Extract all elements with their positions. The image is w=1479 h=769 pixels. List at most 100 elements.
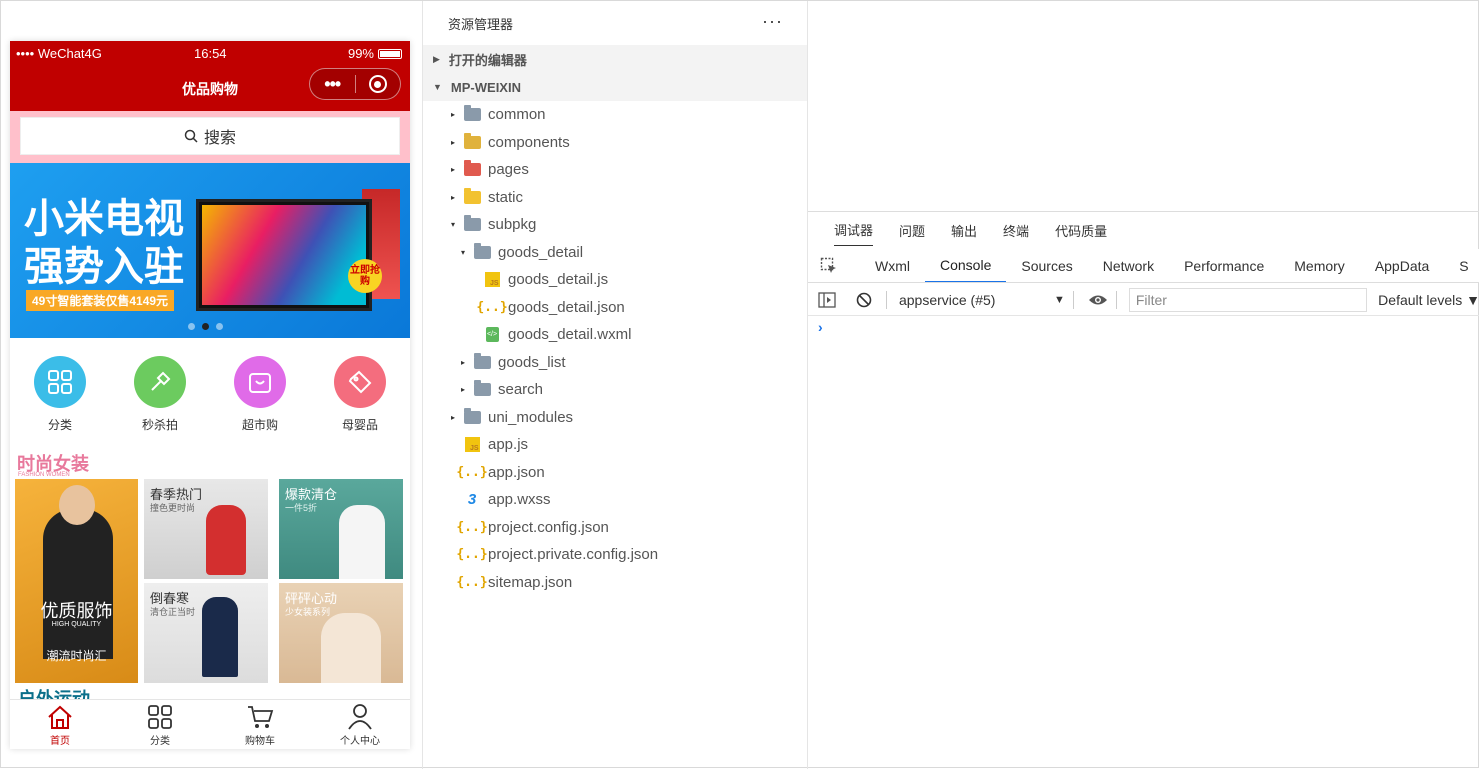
panel-tab[interactable]: Memory xyxy=(1279,249,1360,282)
section-label: 打开的编辑器 xyxy=(448,52,527,68)
panel-tab[interactable]: Console xyxy=(925,249,1007,282)
tab-home[interactable]: 首页 xyxy=(10,700,110,749)
console-toolbar: appservice (#5) ▼ Filter Default levels … xyxy=(808,284,1479,316)
tree-item[interactable]: ▸ static xyxy=(423,184,807,212)
next-floor-title: 户外运动 xyxy=(18,689,90,699)
tree-item-label: search xyxy=(498,381,544,399)
tree-item[interactable]: ▸ search xyxy=(423,376,807,404)
floor-tile[interactable]: 爆款清仓 一件5折 xyxy=(279,479,403,579)
floor-big-image[interactable]: 优质服饰 HIGH QUALITY 潮流时尚汇 xyxy=(15,479,138,683)
tree-item[interactable]: ▸ common xyxy=(423,101,807,129)
tree-item[interactable]: {..} project.config.json xyxy=(423,514,807,542)
clear-console-icon[interactable] xyxy=(846,292,882,308)
tree-item[interactable]: </> goods_detail.wxml xyxy=(423,321,807,349)
caret-right-icon[interactable]: ▸ xyxy=(448,413,458,422)
banner-swiper[interactable]: 小米电视 强势入驻 49寸智能套装仅售4149元 立即抢购 xyxy=(10,163,410,338)
tree-item[interactable]: ▾ subpkg xyxy=(423,211,807,239)
caret-right-icon[interactable]: ▸ xyxy=(448,193,458,202)
sidebar-toggle-icon[interactable] xyxy=(808,291,846,308)
tab-user[interactable]: 个人中心 xyxy=(310,700,410,749)
filter-input[interactable]: Filter xyxy=(1128,287,1368,312)
category-icon xyxy=(34,356,86,408)
tree-item[interactable]: {..} project.private.config.json xyxy=(423,541,807,569)
caret-right-icon[interactable]: ▸ xyxy=(448,110,458,119)
debug-tab[interactable]: 终端 xyxy=(1003,221,1029,240)
close-target-icon[interactable] xyxy=(355,75,400,93)
tree-item[interactable]: 3 app.wxss xyxy=(423,486,807,514)
explorer-header: 资源管理器 ··· xyxy=(423,1,807,45)
floor-tile[interactable]: 砰砰心动 少女装系列 xyxy=(279,583,403,683)
caret-down-icon[interactable]: ▾ xyxy=(458,248,468,257)
context-value: appservice (#5) xyxy=(898,291,996,308)
panel-tab[interactable]: S xyxy=(1444,249,1479,282)
tree-item[interactable]: ▸ uni_modules xyxy=(423,404,807,432)
category-item[interactable]: 分类 xyxy=(30,356,90,446)
tab-cart[interactable]: 购物车 xyxy=(210,700,310,749)
tab-grid[interactable]: 分类 xyxy=(110,700,210,749)
category-item[interactable]: 秒杀拍 xyxy=(130,356,190,446)
category-item[interactable]: 母婴品 xyxy=(330,356,390,446)
json-file-icon: {..} xyxy=(456,547,488,563)
menu-capsule[interactable]: ••• xyxy=(309,68,401,100)
context-select[interactable]: appservice (#5) ▼ xyxy=(891,292,1065,308)
debug-tab[interactable]: 代码质量 xyxy=(1055,221,1107,240)
tree-item-label: app.wxss xyxy=(488,491,551,509)
json-file-icon: {..} xyxy=(456,574,488,590)
more-actions-icon[interactable]: ··· xyxy=(762,11,783,32)
panel-tab[interactable]: Network xyxy=(1088,249,1169,282)
tree-item-label: subpkg xyxy=(488,216,537,234)
caret-right-icon[interactable]: ▸ xyxy=(458,385,468,394)
tree-item[interactable]: {..} sitemap.json xyxy=(423,569,807,597)
panel-tab[interactable]: AppData xyxy=(1360,249,1444,282)
tree-item[interactable]: JS goods_detail.js xyxy=(423,266,807,294)
devtools-panel-tabs: Wxml Console Sources Network Performance Memo… xyxy=(808,249,1479,283)
user-icon xyxy=(346,702,374,730)
tab-label: 首页 xyxy=(50,736,70,747)
more-icon[interactable]: ••• xyxy=(310,74,355,95)
category-item[interactable]: 超市购 xyxy=(230,356,290,446)
log-levels-select[interactable]: Default levels ▼ xyxy=(1378,292,1479,308)
tree-item[interactable]: ▸ goods_list xyxy=(423,349,807,377)
tree-item[interactable]: {..} goods_detail.json xyxy=(423,294,807,322)
debug-tab[interactable]: 调试器 xyxy=(834,220,874,246)
project-section[interactable]: ▼ MP-WEIXIN xyxy=(423,73,807,101)
caret-right-icon[interactable]: ▸ xyxy=(458,358,468,367)
tree-item-label: goods_detail.json xyxy=(508,298,625,316)
category-label: 分类 xyxy=(47,418,72,432)
floor-title: 时尚女装 FASHION WOMEN xyxy=(10,446,410,478)
caret-right-icon[interactable]: ▸ xyxy=(448,138,458,147)
tree-item-label: project.private.config.json xyxy=(488,546,659,564)
tree-item[interactable]: ▸ components xyxy=(423,129,807,157)
app-window: •••• WeChat4G 16:54 99% 优品购物 ••• 搜索 小米电视 xyxy=(0,0,1479,769)
floor-tile[interactable]: 春季热门 撞色更时尚 xyxy=(144,479,268,579)
eye-icon[interactable] xyxy=(1082,293,1114,307)
buy-now-badge: 立即抢购 xyxy=(348,259,382,293)
open-editors-section[interactable]: ▶ 打开的编辑器 xyxy=(423,45,807,73)
debug-tab[interactable]: 问题 xyxy=(899,221,925,240)
search-box[interactable]: 搜索 xyxy=(20,117,400,155)
folder-icon xyxy=(462,132,482,150)
banner-promo: 49寸智能套装仅售4149元 xyxy=(26,290,175,311)
tv-image xyxy=(196,199,372,311)
tree-item-label: static xyxy=(488,188,524,206)
filter-placeholder: Filter xyxy=(1135,291,1167,308)
big-title: 优质服饰 xyxy=(40,601,113,621)
tree-item[interactable]: ▸ pages xyxy=(423,156,807,184)
battery-icon xyxy=(378,48,402,59)
baby-icon xyxy=(334,356,386,408)
panel-tab[interactable]: Wxml xyxy=(860,249,925,282)
panel-tab[interactable]: Sources xyxy=(1006,249,1087,282)
tree-item[interactable]: {..} app.json xyxy=(423,459,807,487)
inspect-element-icon[interactable] xyxy=(808,257,848,275)
caret-right-icon[interactable]: ▸ xyxy=(448,165,458,174)
debug-tab[interactable]: 输出 xyxy=(951,221,977,240)
file-explorer: 资源管理器 ··· ▶ 打开的编辑器 ▼ MP-WEIXIN ▸ common ▸ com… xyxy=(423,1,807,769)
console-prompt[interactable]: › xyxy=(818,319,823,335)
panel-tab[interactable]: Performance xyxy=(1169,249,1279,282)
caret-down-icon[interactable]: ▾ xyxy=(448,220,458,229)
tree-item[interactable]: ▾ goods_detail xyxy=(423,239,807,267)
caret-down-icon: ▼ xyxy=(433,82,442,92)
floor-tile[interactable]: 倒春寒 清仓正当时 xyxy=(144,583,268,683)
category-nav: 分类 秒杀拍 超市购 母婴品 xyxy=(10,338,410,446)
tree-item[interactable]: JS app.js xyxy=(423,431,807,459)
